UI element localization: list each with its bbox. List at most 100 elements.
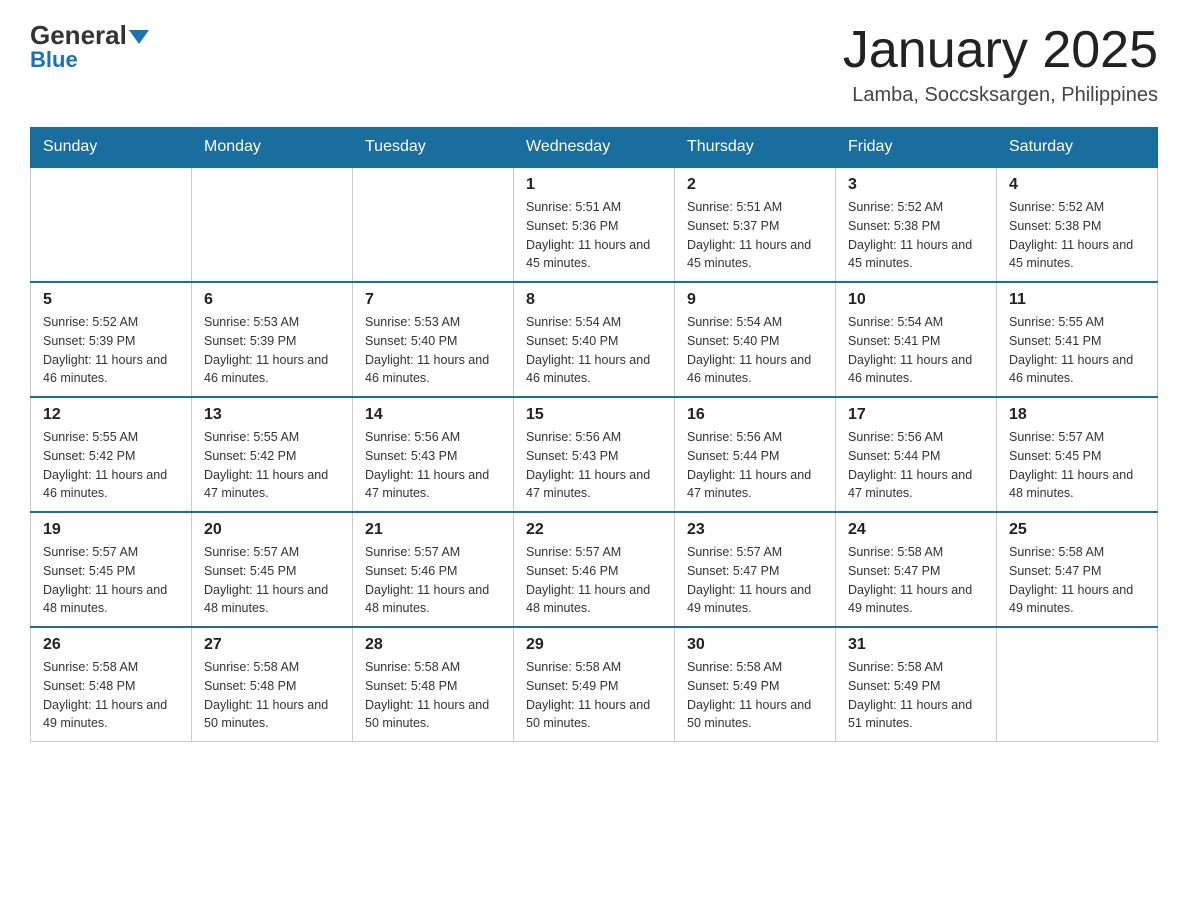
day-info: Sunrise: 5:51 AMSunset: 5:37 PMDaylight:… [687, 198, 823, 273]
calendar-cell: 4 Sunrise: 5:52 AMSunset: 5:38 PMDaylight… [997, 167, 1158, 282]
day-number: 29 [526, 636, 662, 654]
day-info: Sunrise: 5:57 AMSunset: 5:45 PMDaylight:… [1009, 428, 1145, 503]
day-info: Sunrise: 5:51 AMSunset: 5:36 PMDaylight:… [526, 198, 662, 273]
calendar-cell: 30 Sunrise: 5:58 AMSunset: 5:49 PMDayligh… [675, 627, 836, 742]
calendar-header-friday: Friday [836, 128, 997, 168]
calendar-header-row: SundayMondayTuesdayWednesdayThursdayFrid… [31, 128, 1158, 168]
day-number: 6 [204, 291, 340, 309]
day-info: Sunrise: 5:54 AMSunset: 5:41 PMDaylight:… [848, 313, 984, 388]
calendar-cell: 27Sunrise: 5:58 AMSunset: 5:48 PMDayligh… [192, 627, 353, 742]
calendar-week-row: 5Sunrise: 5:52 AMSunset: 5:39 PMDaylight… [31, 282, 1158, 397]
day-info: Sunrise: 5:56 AMSunset: 5:44 PMDaylight:… [848, 428, 984, 503]
day-info: Sunrise: 5:52 AMSunset: 5:38 PMDaylight:… [1009, 198, 1145, 273]
day-number: 23 [687, 521, 823, 539]
day-info: Sunrise: 5:58 AMSunset: 5:49 PMDaylight:… [687, 658, 823, 733]
day-number: 8 [526, 291, 662, 309]
day-info: Sunrise: 5:56 AMSunset: 5:43 PMDaylight:… [526, 428, 662, 503]
day-info: Sunrise: 5:58 AMSunset: 5:47 PMDaylight:… [1009, 543, 1145, 618]
day-info: Sunrise: 5:57 AMSunset: 5:46 PMDaylight:… [365, 543, 501, 618]
calendar-header-saturday: Saturday [997, 128, 1158, 168]
day-number: 16 [687, 406, 823, 424]
calendar-cell: 18Sunrise: 5:57 AMSunset: 5:45 PMDayligh… [997, 397, 1158, 512]
calendar-header-thursday: Thursday [675, 128, 836, 168]
day-number: 2 [687, 176, 823, 194]
calendar-week-row: 26 Sunrise: 5:58 AMSunset: 5:48 PMDayligh… [31, 627, 1158, 742]
day-number: 1 [526, 176, 662, 194]
calendar-cell: 14Sunrise: 5:56 AMSunset: 5:43 PMDayligh… [353, 397, 514, 512]
day-info: Sunrise: 5:54 AMSunset: 5:40 PMDaylight:… [687, 313, 823, 388]
calendar-cell: 24Sunrise: 5:58 AMSunset: 5:47 PMDayligh… [836, 512, 997, 627]
day-info: Sunrise: 5:58 AMSunset: 5:49 PMDaylight:… [848, 658, 984, 733]
day-info: Sunrise: 5:58 AMSunset: 5:48 PMDaylight:… [204, 658, 340, 733]
calendar-cell: 10 Sunrise: 5:54 AMSunset: 5:41 PMDayligh… [836, 282, 997, 397]
day-number: 11 [1009, 291, 1145, 309]
day-number: 20 [204, 521, 340, 539]
calendar-cell [353, 167, 514, 282]
calendar-cell: 12 Sunrise: 5:55 AMSunset: 5:42 PMDayligh… [31, 397, 192, 512]
calendar-table: SundayMondayTuesdayWednesdayThursdayFrid… [30, 127, 1158, 742]
day-number: 3 [848, 176, 984, 194]
calendar-cell: 21 Sunrise: 5:57 AMSunset: 5:46 PMDayligh… [353, 512, 514, 627]
day-info: Sunrise: 5:55 AMSunset: 5:42 PMDaylight:… [43, 428, 179, 503]
calendar-cell [192, 167, 353, 282]
calendar-cell: 1 Sunrise: 5:51 AMSunset: 5:36 PMDaylight… [514, 167, 675, 282]
day-info: Sunrise: 5:55 AMSunset: 5:42 PMDaylight:… [204, 428, 340, 503]
day-info: Sunrise: 5:56 AMSunset: 5:43 PMDaylight:… [365, 428, 501, 503]
calendar-cell: 25 Sunrise: 5:58 AMSunset: 5:47 PMDayligh… [997, 512, 1158, 627]
day-number: 25 [1009, 521, 1145, 539]
calendar-header-tuesday: Tuesday [353, 128, 514, 168]
calendar-week-row: 12 Sunrise: 5:55 AMSunset: 5:42 PMDayligh… [31, 397, 1158, 512]
location: Lamba, Soccsksargen, Philippines [843, 84, 1158, 107]
calendar-cell: 5Sunrise: 5:52 AMSunset: 5:39 PMDaylight… [31, 282, 192, 397]
day-number: 15 [526, 406, 662, 424]
day-number: 30 [687, 636, 823, 654]
calendar-cell: 13 Sunrise: 5:55 AMSunset: 5:42 PMDayligh… [192, 397, 353, 512]
title-section: January 2025 Lamba, Soccsksargen, Philip… [843, 20, 1158, 107]
day-info: Sunrise: 5:53 AMSunset: 5:39 PMDaylight:… [204, 313, 340, 388]
calendar-cell: 22 Sunrise: 5:57 AMSunset: 5:46 PMDayligh… [514, 512, 675, 627]
day-number: 17 [848, 406, 984, 424]
calendar-cell: 23 Sunrise: 5:57 AMSunset: 5:47 PMDayligh… [675, 512, 836, 627]
day-info: Sunrise: 5:56 AMSunset: 5:44 PMDaylight:… [687, 428, 823, 503]
day-number: 12 [43, 406, 179, 424]
day-number: 13 [204, 406, 340, 424]
day-info: Sunrise: 5:58 AMSunset: 5:49 PMDaylight:… [526, 658, 662, 733]
day-info: Sunrise: 5:54 AMSunset: 5:40 PMDaylight:… [526, 313, 662, 388]
day-number: 9 [687, 291, 823, 309]
logo-blue: Blue [30, 47, 78, 73]
calendar-cell: 9 Sunrise: 5:54 AMSunset: 5:40 PMDaylight… [675, 282, 836, 397]
day-number: 19 [43, 521, 179, 539]
day-number: 4 [1009, 176, 1145, 194]
day-info: Sunrise: 5:58 AMSunset: 5:48 PMDaylight:… [365, 658, 501, 733]
logo-arrow-icon [129, 30, 149, 44]
day-number: 28 [365, 636, 501, 654]
calendar-cell [31, 167, 192, 282]
day-info: Sunrise: 5:53 AMSunset: 5:40 PMDaylight:… [365, 313, 501, 388]
calendar-cell: 31 Sunrise: 5:58 AMSunset: 5:49 PMDayligh… [836, 627, 997, 742]
day-info: Sunrise: 5:57 AMSunset: 5:47 PMDaylight:… [687, 543, 823, 618]
day-number: 22 [526, 521, 662, 539]
calendar-header-sunday: Sunday [31, 128, 192, 168]
calendar-cell: 16 Sunrise: 5:56 AMSunset: 5:44 PMDayligh… [675, 397, 836, 512]
calendar-cell: 17 Sunrise: 5:56 AMSunset: 5:44 PMDayligh… [836, 397, 997, 512]
calendar-cell: 19Sunrise: 5:57 AMSunset: 5:45 PMDayligh… [31, 512, 192, 627]
day-number: 26 [43, 636, 179, 654]
calendar-cell: 6 Sunrise: 5:53 AMSunset: 5:39 PMDaylight… [192, 282, 353, 397]
day-info: Sunrise: 5:57 AMSunset: 5:45 PMDaylight:… [204, 543, 340, 618]
day-number: 10 [848, 291, 984, 309]
day-number: 7 [365, 291, 501, 309]
calendar-header-wednesday: Wednesday [514, 128, 675, 168]
calendar-cell [997, 627, 1158, 742]
day-info: Sunrise: 5:57 AMSunset: 5:46 PMDaylight:… [526, 543, 662, 618]
page-header: General Blue January 2025 Lamba, Soccsks… [30, 20, 1158, 107]
day-info: Sunrise: 5:55 AMSunset: 5:41 PMDaylight:… [1009, 313, 1145, 388]
calendar-cell: 3Sunrise: 5:52 AMSunset: 5:38 PMDaylight… [836, 167, 997, 282]
month-title: January 2025 [843, 20, 1158, 80]
calendar-cell: 7 Sunrise: 5:53 AMSunset: 5:40 PMDaylight… [353, 282, 514, 397]
calendar-cell: 2 Sunrise: 5:51 AMSunset: 5:37 PMDaylight… [675, 167, 836, 282]
day-number: 21 [365, 521, 501, 539]
day-number: 5 [43, 291, 179, 309]
day-number: 31 [848, 636, 984, 654]
day-number: 24 [848, 521, 984, 539]
calendar-cell: 11 Sunrise: 5:55 AMSunset: 5:41 PMDayligh… [997, 282, 1158, 397]
